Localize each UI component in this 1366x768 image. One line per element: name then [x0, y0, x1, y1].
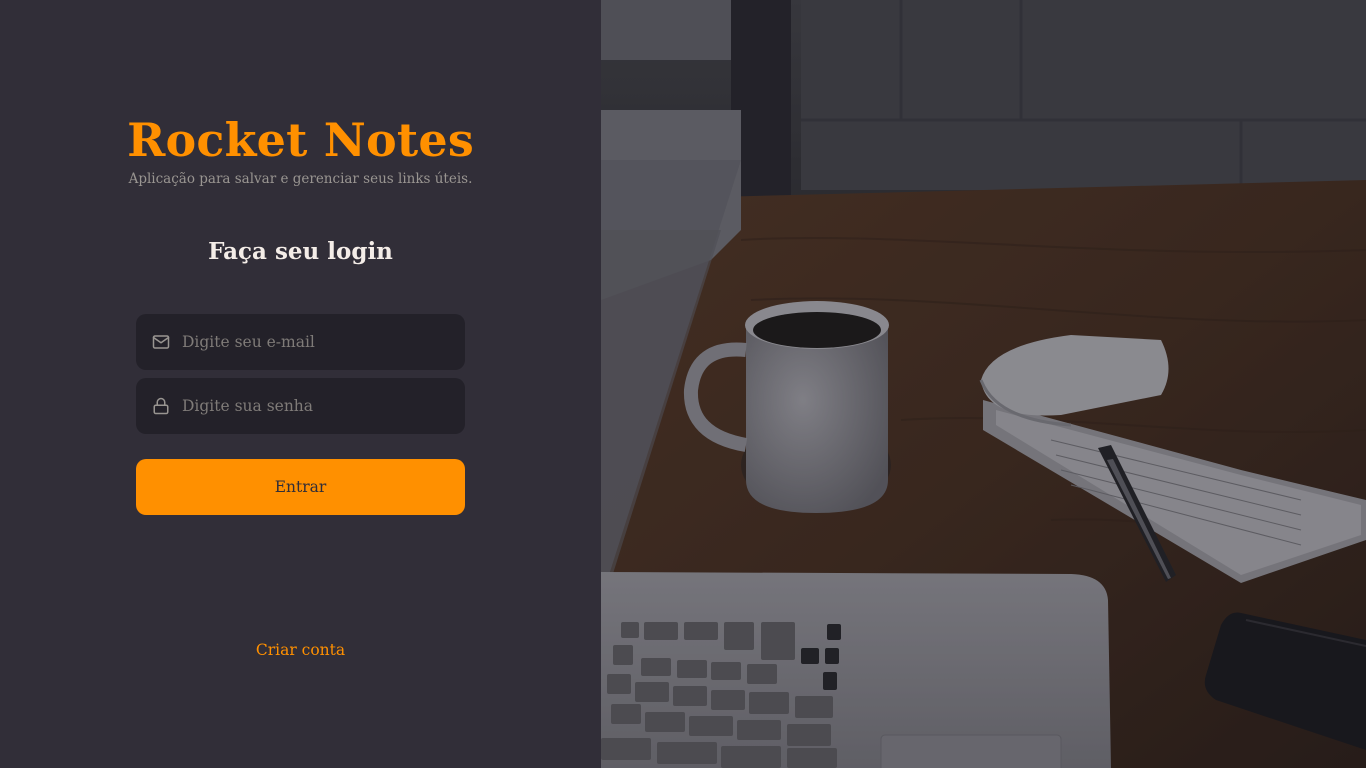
app-title: Rocket Notes	[127, 113, 474, 167]
mail-icon	[152, 333, 170, 351]
login-panel: Rocket Notes Aplicação para salvar e ger…	[0, 0, 601, 768]
password-input[interactable]	[182, 397, 442, 415]
email-input[interactable]	[182, 333, 442, 351]
app-subtitle: Aplicação para salvar e gerenciar seus l…	[128, 171, 473, 187]
password-field[interactable]	[136, 378, 465, 434]
lock-icon	[152, 397, 170, 415]
background-photo	[601, 0, 1366, 768]
email-field[interactable]	[136, 314, 465, 370]
login-heading: Faça seu login	[208, 238, 393, 265]
login-button[interactable]: Entrar	[136, 459, 465, 515]
create-account-link[interactable]: Criar conta	[0, 641, 601, 659]
